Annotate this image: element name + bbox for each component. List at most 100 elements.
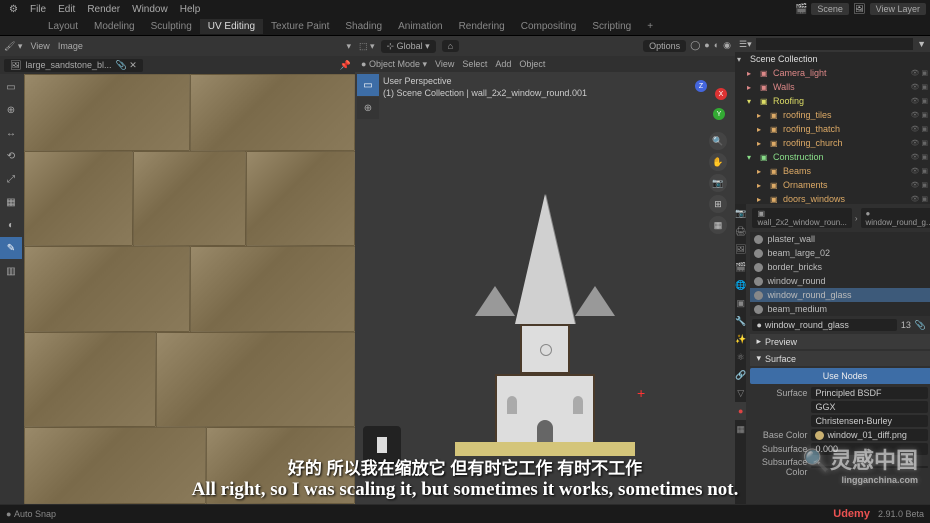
image-selector[interactable]: 🖼 large_sandstone_bl... 📎 ✕ [4,59,143,72]
tool-select[interactable]: ▭ [0,76,22,98]
grid-icon[interactable]: ▦ [709,216,727,234]
material-slot[interactable]: window_round [750,274,930,288]
ptab-output[interactable]: 🖨 [735,222,746,240]
ptab-material[interactable]: ● [735,402,746,420]
property-row[interactable]: SurfacePrincipled BSDF● [750,386,930,400]
use-nodes-button[interactable]: Use Nodes [750,368,930,384]
tool-scale[interactable]: ⤢ [0,168,22,190]
tab-add[interactable]: + [639,19,661,34]
uv-menu-image[interactable]: Image [58,41,83,51]
tab-shading[interactable]: Shading [337,19,390,34]
tab-scripting[interactable]: Scripting [584,19,639,34]
tool-draw[interactable]: ✎ [0,237,22,259]
property-row[interactable]: Subsurface0.000● [750,442,930,456]
ptab-render[interactable]: 📷 [735,204,746,222]
material-slot[interactable]: window_round_glass [750,288,930,302]
shading-wireframe-icon[interactable]: ◯ [690,40,700,52]
property-row[interactable]: Base Colorwindow_01_diff.png● [750,428,930,442]
tab-animation[interactable]: Animation [390,19,450,34]
tool-cursor[interactable]: ⊕ [0,99,22,121]
ptab-world[interactable]: 🌐 [735,276,746,294]
ptab-particle[interactable]: ✨ [735,330,746,348]
outliner-item[interactable]: ▸▣roofing_thatch👁 ▣ [735,122,930,136]
pan-icon[interactable]: ✋ [709,153,727,171]
tool-rotate[interactable]: ⟲ [0,145,22,167]
editor-type-icon[interactable]: 🖌 ▾ [4,41,22,52]
menu-file[interactable]: File [25,2,51,17]
outliner-item[interactable]: ▾▣Construction👁 ▣ [735,150,930,164]
tool-transform[interactable]: ▦ [0,191,22,213]
outliner-item[interactable]: ▸▣Ornaments👁 ▣ [735,178,930,192]
panel-preview[interactable]: ▸ Preview [750,334,930,349]
zoom-icon[interactable]: 🔍 [709,132,727,150]
vp-menu-view[interactable]: View [435,59,454,69]
scene-field[interactable]: Scene [811,3,849,15]
panel-surface[interactable]: ▾ Surface [750,351,930,366]
uv-pin-icon[interactable]: 📌 [340,60,351,71]
material-slot[interactable]: plaster_wall [750,232,930,246]
ptab-constraint[interactable]: 🔗 [735,366,746,384]
outliner-root[interactable]: ▾Scene Collection [735,52,930,66]
material-slot[interactable]: beam_medium [750,302,930,316]
tool-move[interactable]: ↔ [0,122,22,144]
ptab-modifier[interactable]: 🔧 [735,312,746,330]
viewport-canvas[interactable]: ▭ ⊕ User Perspective (1) Scene Collectio… [355,72,735,504]
outliner-filter-icon[interactable]: ▼ [917,39,926,49]
uv-header-right-icon[interactable]: ▾ [346,41,351,52]
material-slot[interactable]: beam_large_02 [750,246,930,260]
vp-menu-select[interactable]: Select [462,59,487,69]
ptab-mesh[interactable]: ▽ [735,384,746,402]
crumb-material[interactable]: ● window_round_g... [861,208,930,228]
tab-modeling[interactable]: Modeling [86,19,143,34]
editor-type-3d-icon[interactable]: ⬚ ▾ [359,41,375,52]
menu-edit[interactable]: Edit [53,2,80,17]
outliner-item[interactable]: ▸▣Walls👁 ▣ [735,80,930,94]
tab-layout[interactable]: Layout [40,19,86,34]
nav-gizmo[interactable]: X Y Z [681,80,727,126]
outliner-item[interactable]: ▸▣Camera_light👁 ▣ [735,66,930,80]
material-slot[interactable]: border_bricks [750,260,930,274]
outliner-item[interactable]: ▸▣roofing_tiles👁 ▣ [735,108,930,122]
tab-compositing[interactable]: Compositing [513,19,585,34]
menu-render[interactable]: Render [82,2,125,17]
shading-solid-icon[interactable]: ● [704,40,709,52]
snap-selector[interactable]: ⌂ [442,40,459,52]
material-fake-icon[interactable]: 📎 [915,320,926,331]
outliner-item[interactable]: ▸▣roofing_church👁 ▣ [735,136,930,150]
tab-rendering[interactable]: Rendering [451,19,513,34]
vp-tool-select[interactable]: ▭ [357,74,379,96]
ptab-object[interactable]: ▣ [735,294,746,312]
camera-icon[interactable]: 📷 [709,174,727,192]
tab-uvediting[interactable]: UV Editing [200,19,263,34]
viewlayer-field[interactable]: View Layer [870,3,926,15]
shading-render-icon[interactable]: ◉ [723,40,731,52]
interaction-mode[interactable]: ● Object Mode ▾ [361,59,427,70]
property-row[interactable]: Christensen-Burley● [750,414,930,428]
blender-icon[interactable]: ⚙ [4,2,23,17]
persp-icon[interactable]: ⊞ [709,195,727,213]
menu-help[interactable]: Help [175,2,206,17]
property-row[interactable]: Subsurface Color● [750,456,930,478]
property-row[interactable]: GGX● [750,400,930,414]
options-dropdown[interactable]: Options [643,40,686,52]
vp-menu-add[interactable]: Add [495,59,511,69]
orientation-selector[interactable]: ⊹ Global ▾ [381,40,436,53]
ptab-scene[interactable]: 🎬 [735,258,746,276]
outliner-type-icon[interactable]: ☰▾ [739,39,752,50]
ptab-texture[interactable]: ▦ [735,420,746,438]
outliner-search[interactable] [756,38,913,50]
outliner-item[interactable]: ▾▣Roofing👁 ▣ [735,94,930,108]
vp-tool-cursor[interactable]: ⊕ [357,97,379,119]
texture-canvas[interactable] [24,74,355,504]
tab-texturepaint[interactable]: Texture Paint [263,19,337,34]
menu-window[interactable]: Window [127,2,173,17]
ptab-physics[interactable]: ⚛ [735,348,746,366]
ptab-view[interactable]: 🖼 [735,240,746,258]
tool-fill[interactable]: ▥ [0,260,22,282]
outliner-item[interactable]: ▸▣doors_windows👁 ▣ [735,192,930,204]
vp-menu-object[interactable]: Object [519,59,545,69]
shading-matcap-icon[interactable]: ◐ [714,40,719,52]
tool-annotate[interactable]: ◐ [0,214,22,236]
uv-menu-view[interactable]: View [30,41,49,51]
active-material-field[interactable]: ● window_round_glass [752,319,896,331]
